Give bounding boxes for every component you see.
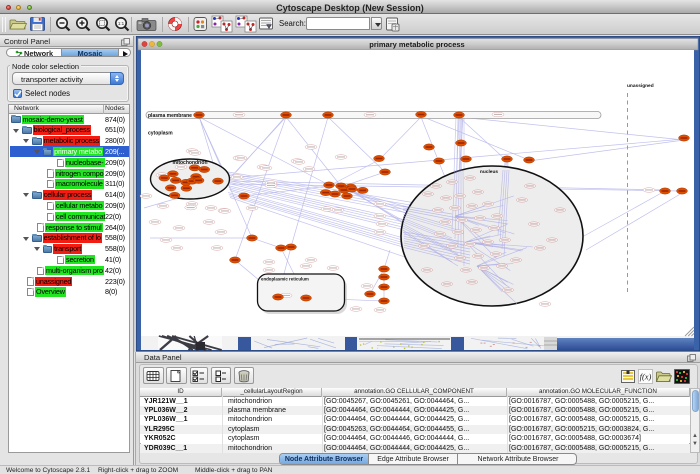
svg-text:primary metabolic process: primary metabolic process bbox=[369, 40, 464, 49]
svg-text:unassigned: unassigned bbox=[627, 83, 654, 89]
svg-text:cytoplasm: cytoplasm bbox=[148, 131, 173, 137]
svg-text:1:1: 1:1 bbox=[118, 21, 125, 26]
svg-text:plasma membrane: plasma membrane bbox=[148, 113, 192, 119]
svg-text:nucleus: nucleus bbox=[480, 169, 498, 175]
svg-text:endoplasmic reticulum: endoplasmic reticulum bbox=[261, 277, 309, 282]
svg-text:f(x): f(x) bbox=[640, 372, 652, 382]
